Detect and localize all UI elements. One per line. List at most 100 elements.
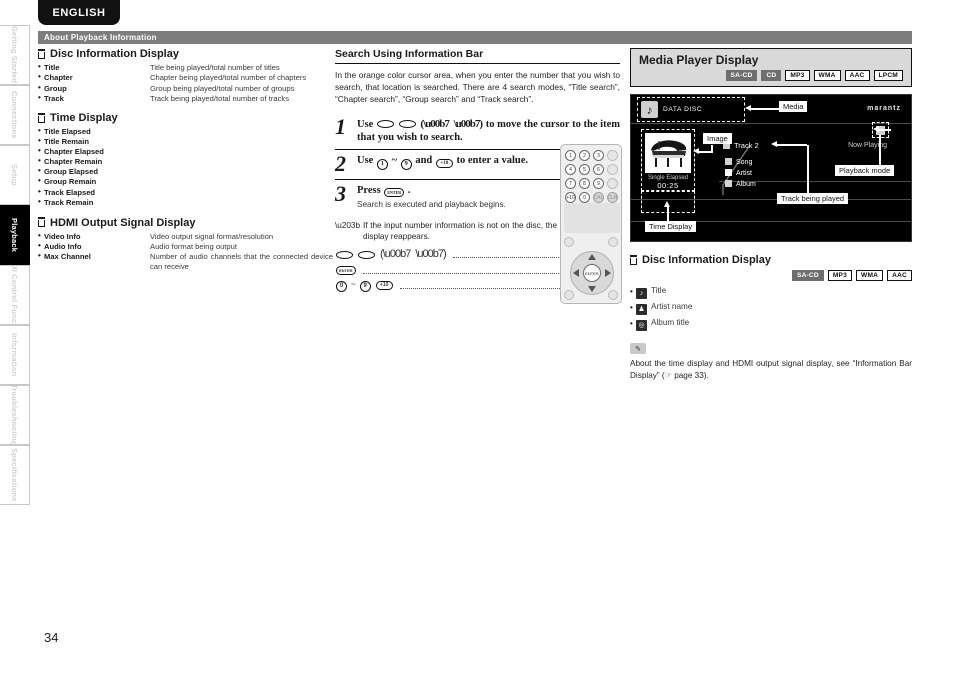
sidebar-item-label: Troubleshooting <box>10 385 19 445</box>
sidebar-item-hdmi-control-function[interactable]: HDMI Control Function <box>0 265 30 325</box>
disc-info-term: Track <box>38 93 150 103</box>
callout-media-line <box>751 108 779 110</box>
disc-info-description: Title being played/total number of title… <box>150 63 280 72</box>
hdmi-output-list: Video InfoVideo output signal format/res… <box>38 231 333 271</box>
sidebar-item-information[interactable]: Information <box>0 325 30 385</box>
section-marker-icon <box>37 217 45 228</box>
step-2-text-after: to enter a value. <box>456 155 529 167</box>
sidebar-item-label: Setup <box>10 164 19 186</box>
callout-image: Image <box>703 133 732 144</box>
disc-information-item-label: Title <box>651 286 667 295</box>
remote-key-1: 1 <box>565 150 576 161</box>
search-section-title: Search Using Information Bar <box>335 48 620 64</box>
disc-information-item-label: Artist name <box>651 302 693 311</box>
time-display-item: Group Elapsed <box>38 166 333 177</box>
format-badge-aac: AAC <box>887 270 912 281</box>
format-badge-mp3: MP3 <box>785 70 810 81</box>
hdmi-info-term: Max Channel <box>38 251 150 271</box>
media-player-display-header: Media Player Display SA-CD CD MP3 WMA AAC LPC… <box>630 48 912 87</box>
section-title-bar: About Playback Information <box>38 31 912 44</box>
time-display-item: Track Remain <box>38 197 333 208</box>
note-pencil-icon: ✎ <box>630 343 646 354</box>
remote-mid-panel <box>564 203 620 233</box>
time-display-item: Track Elapsed <box>38 187 333 198</box>
callout-media: Media <box>779 101 808 112</box>
left-content-column: Disc Information Display TitleTitle bein… <box>37 48 333 280</box>
callout-media-arrow <box>745 105 751 111</box>
disc-information-list: TitleTitle being played/total number of … <box>38 62 333 103</box>
step-3-number: 3 <box>335 181 346 207</box>
step-1-number: 1 <box>335 113 346 139</box>
section-marker-icon <box>37 112 45 123</box>
remote-corner-button <box>608 237 618 247</box>
remote-key-row: 456 <box>565 164 619 175</box>
sidebar-tab-rail: Getting Started Connections Setup Playback H… <box>0 25 30 505</box>
leader-dots <box>399 287 565 289</box>
metadata-check-icon <box>725 169 732 177</box>
sidebar-item-connections[interactable]: Connections <box>0 85 30 145</box>
remote-key-clr: CLR <box>607 192 618 203</box>
plus10-key-icon: +10 <box>435 159 453 169</box>
dpad-enter-button: ENTER <box>583 264 601 282</box>
enter-key-icon: ENTER <box>336 265 356 275</box>
disc-info-row: ChapterChapter being played/total number… <box>38 72 333 82</box>
sidebar-item-label: Connections <box>10 91 19 139</box>
format-badge-cd: CD <box>761 70 782 81</box>
sidebar-item-label: Specifications <box>10 448 19 502</box>
section-marker-icon <box>37 48 45 59</box>
remote-key-2: 2 <box>579 150 590 161</box>
grand-piano-illustration <box>651 140 687 167</box>
time-display-item: Title Elapsed <box>38 126 333 137</box>
number-key-1-icon: 1 <box>376 159 388 171</box>
metadata-check-icon <box>725 180 732 188</box>
remote-control-illustration: 1 2 3 4 5 6 7 8 9 +10 0 CAL CLR ENTER <box>560 144 622 304</box>
hdmi-info-description: Audio format being output <box>150 242 237 251</box>
sidebar-item-troubleshooting[interactable]: Troubleshooting <box>0 385 30 445</box>
step-1-text-after: to move the cursor to the item that you … <box>357 118 621 143</box>
sidebar-item-specifications[interactable]: Specifications <box>0 445 30 505</box>
sidebar-item-setup[interactable]: Setup <box>0 145 30 205</box>
step-2-number: 2 <box>335 151 346 177</box>
step-2-text-and: and <box>415 155 433 167</box>
callout-image-arrow <box>693 148 699 154</box>
format-badge-wma: WMA <box>856 270 884 281</box>
metadata-label: Song <box>736 159 753 166</box>
hdmi-info-row: Audio InfoAudio format being output <box>38 241 333 251</box>
callout-playback-mode-line-h <box>879 129 891 131</box>
disc-information-display-heading: Disc Information Display <box>37 48 333 60</box>
dpad-right-icon <box>605 269 611 277</box>
media-indicator: ♪ DATA DISC <box>641 101 702 118</box>
callout-track-line-v <box>807 145 809 193</box>
language-tab[interactable]: ENGLISH <box>38 0 120 25</box>
number-key-9-icon: 9 <box>359 280 371 292</box>
remote-side-button <box>607 150 618 161</box>
format-badge-mp3: MP3 <box>827 270 853 281</box>
range-dash: ~ <box>351 279 356 289</box>
disc-information-item-label: Album title <box>651 318 690 327</box>
format-badge-wma: WMA <box>813 70 841 81</box>
section-marker-icon <box>629 254 637 265</box>
sidebar-item-label: Getting Started <box>10 26 19 84</box>
plus10-key-icon: +10 <box>375 280 393 290</box>
time-display-group: Single Elapsed 00:25 <box>637 175 699 190</box>
callout-time-line-v <box>667 207 669 221</box>
metadata-row: Artist <box>725 168 756 179</box>
sidebar-item-label: Information <box>10 333 19 377</box>
album-disc-icon: ◎ <box>636 320 647 331</box>
step-3-text-before: Press <box>357 185 381 197</box>
sidebar-item-playback[interactable]: Playback <box>0 205 30 265</box>
format-badge-lpcm: LPCM <box>873 70 903 81</box>
cursor-down-icon <box>398 119 416 128</box>
callout-playback-mode-line-v <box>879 135 881 165</box>
screen-divider <box>631 123 911 124</box>
hdmi-info-description: Number of audio channels that the connec… <box>150 252 333 271</box>
callout-time-display: Time Display <box>645 221 697 232</box>
sidebar-item-getting-started[interactable]: Getting Started <box>0 25 30 85</box>
metadata-row: Song <box>725 157 756 168</box>
step-3-text-after: . <box>407 185 411 197</box>
remote-key-row: 123 <box>565 150 619 161</box>
hdmi-info-row: Max ChannelNumber of audio channels that… <box>38 251 333 271</box>
disc-info-row: TrackTrack being played/total number of … <box>38 93 333 103</box>
remote-key-10: +10 <box>565 192 576 203</box>
callout-image-line-h <box>699 151 713 153</box>
